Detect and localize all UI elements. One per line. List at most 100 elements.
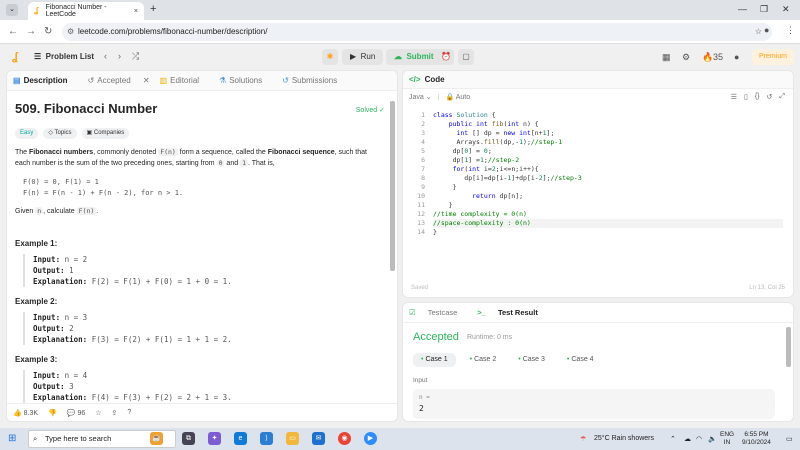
tab-search-icon[interactable]: ⌄ (6, 4, 18, 16)
language-select[interactable]: Java ⌄ (409, 93, 432, 101)
topics-tag[interactable]: ◇ Topics (43, 128, 77, 139)
example-box: Input: n = 4 Output: 3 Explanation: F(4)… (23, 370, 391, 403)
input-label: Input (413, 377, 428, 384)
reset-icon[interactable]: ↺ (767, 93, 773, 101)
description-scrollbar[interactable] (390, 101, 395, 271)
forward-arrow-icon[interactable]: → (26, 26, 36, 37)
volume-icon[interactable]: 🔈 (708, 435, 717, 443)
region-code: IN (723, 439, 731, 446)
chrome-icon[interactable]: ◉ (338, 432, 351, 445)
comments-button[interactable]: 💬 96 (67, 409, 85, 417)
streak-flame-icon[interactable]: 🔥 (702, 52, 713, 63)
example-title: Example 2: (15, 297, 58, 306)
cloud-icon[interactable]: ☁ (684, 435, 691, 443)
tab-test-result[interactable]: >_ Test Result (477, 308, 548, 317)
case-label: Case 2 (474, 356, 497, 363)
close-window-icon[interactable]: ✕ (782, 4, 790, 15)
favorite-star-icon[interactable]: ☆ (95, 409, 101, 417)
user-avatar[interactable]: ● (734, 52, 739, 62)
search-icon: ⌕ (33, 434, 38, 443)
settings-gear-icon[interactable]: ⚙ (682, 52, 690, 63)
like-button[interactable]: 👍 8.3K (13, 409, 38, 417)
problem-description: The Fibonacci numbers, commonly denoted … (15, 147, 377, 169)
bookmark-icon[interactable]: ▯ (744, 93, 748, 101)
code-line: } (433, 228, 437, 236)
tab-submissions[interactable]: ↺ Submissions (282, 76, 347, 85)
url-input[interactable]: ⚙ leetcode.com/problems/fibonacci-number… (62, 23, 772, 41)
weather-widget-icon[interactable]: ☕ (150, 432, 163, 445)
new-tab-button[interactable]: + (150, 3, 156, 15)
tab-solutions[interactable]: ⚗ Solutions (219, 76, 272, 85)
mail-icon[interactable]: ✉ (312, 432, 325, 445)
wifi-icon[interactable]: ◠ (696, 435, 702, 443)
next-problem-icon[interactable]: › (118, 51, 121, 61)
submit-label: Submit (406, 52, 434, 61)
zoom-icon[interactable]: ▶ (364, 432, 377, 445)
terminal-icon: >_ (477, 308, 486, 317)
desc-bold: Fibonacci sequence (267, 149, 335, 156)
line-number: 12 (417, 210, 425, 218)
layout-icon[interactable]: ▦ (662, 52, 671, 63)
restore-icon[interactable]: ❐ (760, 4, 768, 15)
result-scrollbar[interactable] (786, 327, 791, 367)
bookmark-star-icon[interactable]: ☆ (755, 23, 762, 41)
reload-icon[interactable]: ↻ (44, 26, 52, 37)
given-part: . (96, 208, 99, 215)
auto-mode-toggle[interactable]: 🔒 Auto (445, 93, 470, 101)
browser-menu-icon[interactable]: ⋮ (786, 25, 795, 36)
windows-start-icon[interactable]: ⊞ (8, 433, 16, 444)
code-panel: </> Code Java ⌄ | 🔒 Auto ☰ ▯ {} ↺ ⤢ 1 cla… (402, 70, 794, 298)
profile-avatar[interactable]: ● (764, 25, 769, 35)
copilot-icon[interactable]: ✦ (208, 432, 221, 445)
debug-icon[interactable]: ✱ (322, 49, 338, 65)
share-icon[interactable]: ⇪ (112, 409, 118, 417)
edge-icon[interactable]: e (234, 432, 247, 445)
site-info-icon[interactable]: ⚙ (67, 23, 74, 41)
desc-text: The (15, 149, 30, 156)
browser-tab[interactable]: ʆ Fibonacci Number - LeetCode × (28, 2, 144, 20)
weather-rain-icon[interactable]: ☂ (580, 435, 586, 443)
tray-overflow-icon[interactable]: ⌃ (670, 435, 676, 443)
case-tab[interactable]: • Case 3 (510, 353, 553, 367)
task-view-icon[interactable]: ⧉ (182, 432, 195, 445)
companies-tag[interactable]: ▣ Companies (81, 128, 130, 139)
problem-list-link[interactable]: ☰ Problem List (34, 52, 94, 61)
tab-editorial[interactable]: ▥ Editorial (160, 76, 209, 85)
premium-button[interactable]: Premium (752, 49, 794, 65)
alarm-icon[interactable]: ⏰ (438, 49, 454, 65)
problem-title[interactable]: 509. Fibonacci Number (15, 101, 391, 116)
tab-accepted[interactable]: ↺ Accepted ✕ (88, 76, 150, 85)
problem-list-label: Problem List (45, 52, 95, 61)
case-tab[interactable]: • Case 1 (413, 353, 456, 367)
clock[interactable]: 6:55 PM 9/10/2024 (742, 431, 771, 447)
case-tab[interactable]: • Case 4 (559, 353, 602, 367)
prev-problem-icon[interactable]: ‹ (104, 51, 107, 61)
code-editor[interactable]: 1 class Solution { 2 public int fib(int … (403, 109, 793, 279)
dislike-button[interactable]: 👎 (48, 409, 57, 417)
expand-icon[interactable]: ⤢ (779, 93, 785, 101)
lang-code: ENG (720, 431, 735, 438)
line-number: 10 (417, 192, 425, 200)
notes-icon[interactable]: ▢ (458, 49, 474, 65)
weather-text[interactable]: 25°C Rain showers (594, 435, 654, 442)
notifications-icon[interactable]: ▭ (786, 435, 793, 443)
language-indicator[interactable]: ENG IN (720, 431, 734, 447)
tab-testcase[interactable]: ☑ Testcase (409, 308, 467, 317)
file-explorer-icon[interactable]: ▭ (286, 432, 299, 445)
tab-description[interactable]: ▤ Description (13, 76, 78, 85)
leetcode-logo-icon[interactable]: ʆ (12, 51, 18, 63)
back-arrow-icon[interactable]: ← (8, 26, 18, 37)
case-tab[interactable]: • Case 2 (462, 353, 505, 367)
minimize-icon[interactable]: — (738, 4, 747, 14)
shuffle-icon[interactable]: ⤮ (132, 51, 139, 62)
submit-button[interactable]: ☁ Submit (386, 49, 442, 65)
close-tab-icon[interactable]: × (134, 8, 138, 15)
help-icon[interactable]: ? (127, 409, 131, 416)
run-button[interactable]: ▶ Run (342, 49, 384, 65)
braces-icon[interactable]: {} (755, 93, 760, 101)
format-icon[interactable]: ☰ (731, 93, 737, 101)
example-title: Example 1: (15, 239, 58, 248)
vscode-icon[interactable]: ⟩ (260, 432, 273, 445)
case-pass-dot: • (469, 356, 473, 363)
output-label: Output: (33, 266, 70, 275)
